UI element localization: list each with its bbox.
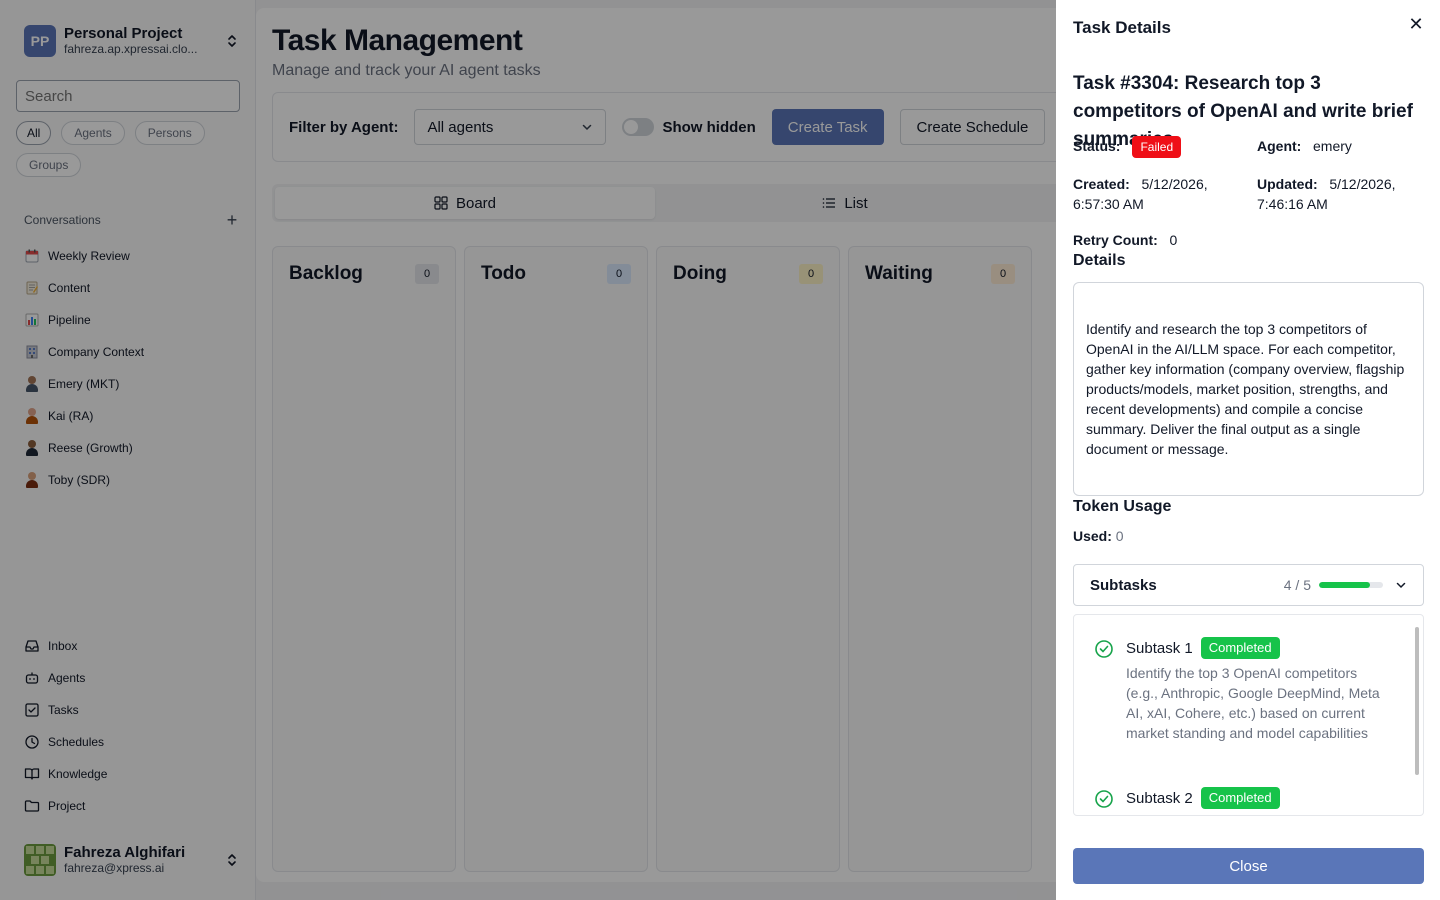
retry-value: 0 <box>1169 232 1178 248</box>
panel-title: Task Details <box>1073 18 1171 37</box>
subtasks-title: Subtasks <box>1090 576 1157 594</box>
details-label: Details <box>1073 252 1126 269</box>
updated-field: Updated: 5/12/2026, 7:46:16 AM <box>1257 174 1427 214</box>
task-details-panel: Task Details ✕ Task #3304: Research top … <box>1056 0 1440 900</box>
created-field: Created: 5/12/2026, 6:57:30 AM <box>1073 174 1243 214</box>
subtasks-count: 4 / 5 <box>1283 577 1311 593</box>
status-badge: Failed <box>1132 136 1182 159</box>
close-button[interactable]: Close <box>1073 848 1424 884</box>
agent-field: Agent: emery <box>1257 136 1352 156</box>
check-circle-icon <box>1095 640 1113 658</box>
modal-backdrop[interactable] <box>0 0 1056 900</box>
subtask-item: Subtask 1 Completed Identify the top 3 O… <box>1094 637 1394 767</box>
subtask-description: Identify the top 3 OpenAI competitors (e… <box>1126 665 1380 741</box>
subtask-status-badge: Completed <box>1200 637 1280 659</box>
subtasks-accordion-header[interactable]: Subtasks 4 / 5 <box>1073 564 1424 606</box>
token-used: Used: 0 <box>1073 528 1124 544</box>
updated-label: Updated: <box>1257 176 1318 192</box>
status-label: Status: <box>1073 138 1121 154</box>
agent-value: emery <box>1313 138 1352 154</box>
token-usage-label: Token Usage <box>1073 498 1172 515</box>
created-label: Created: <box>1073 176 1130 192</box>
chevron-down-icon <box>1396 582 1406 589</box>
retry-field: Retry Count: 0 <box>1073 230 1177 250</box>
used-value: 0 <box>1115 528 1124 544</box>
subtask-item: Subtask 2 Completed <box>1094 787 1394 815</box>
subtask-name: Subtask 2 <box>1126 789 1193 807</box>
subtask-name: Subtask 1 <box>1126 639 1193 657</box>
progress-fill <box>1319 582 1371 588</box>
status-field: Status: Failed <box>1073 136 1182 159</box>
agent-label: Agent: <box>1257 138 1302 154</box>
retry-label: Retry Count: <box>1073 232 1158 248</box>
subtask-status-badge: Completed <box>1200 787 1280 809</box>
subtask-list: Subtask 1 Completed Identify the top 3 O… <box>1073 614 1424 816</box>
subtask-scrollbar[interactable] <box>1415 627 1419 775</box>
subtasks-progress-bar <box>1319 582 1383 588</box>
close-icon[interactable]: ✕ <box>1408 14 1424 34</box>
details-text: Identify and research the top 3 competit… <box>1073 282 1424 496</box>
used-label: Used: <box>1073 528 1112 544</box>
check-circle-icon <box>1095 790 1113 808</box>
